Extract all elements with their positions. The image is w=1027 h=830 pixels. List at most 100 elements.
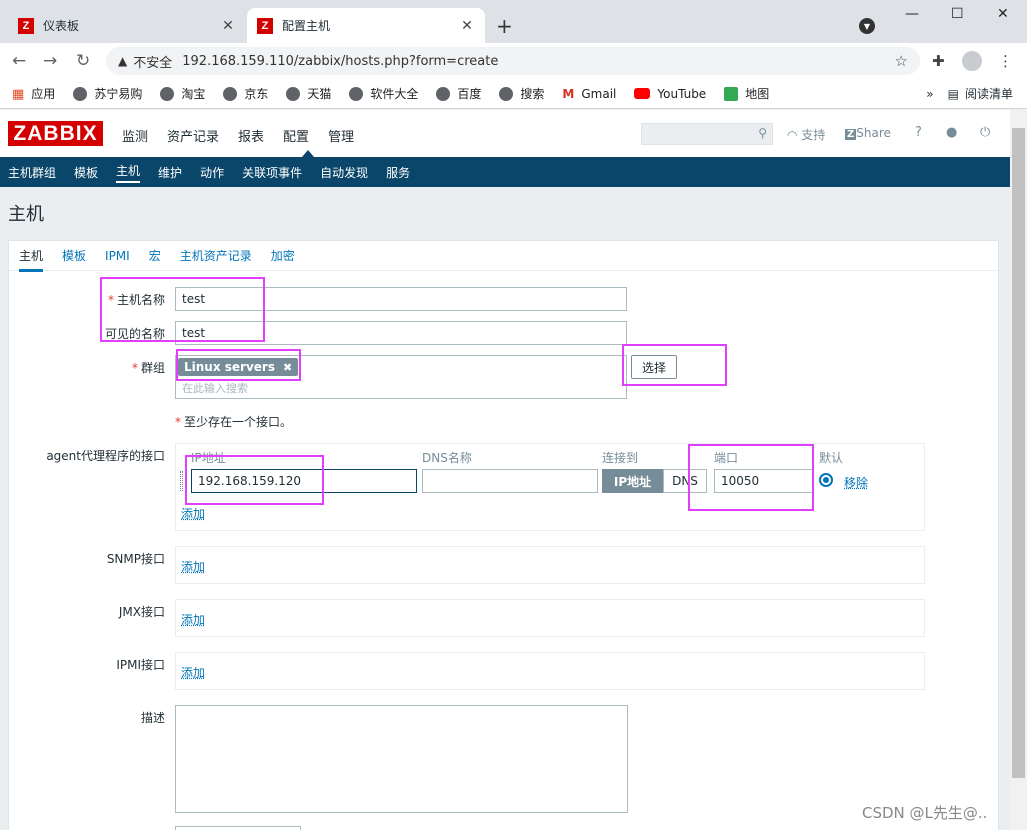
ip-address-input[interactable]: 192.168.159.120 xyxy=(191,469,417,493)
globe-icon xyxy=(160,86,175,101)
submenu-maintenance[interactable]: 维护 xyxy=(158,164,182,181)
visible-name-input[interactable]: test xyxy=(175,321,627,345)
submenu-hosts[interactable]: 主机 xyxy=(116,162,141,183)
menu-icon[interactable]: ⋮ xyxy=(998,52,1013,70)
submenu-discovery[interactable]: 自动发现 xyxy=(320,164,368,181)
headset-icon: ◠ xyxy=(787,128,802,142)
add-snmp-interface-link[interactable]: 添加 xyxy=(181,558,205,575)
next-field[interactable] xyxy=(175,826,301,830)
agent-interface-label: agent代理程序的接口 xyxy=(46,449,165,463)
bookmark-tmall[interactable]: 天猫 xyxy=(286,85,331,102)
tab-title: 配置主机 xyxy=(282,19,331,33)
add-jmx-interface-link[interactable]: 添加 xyxy=(181,611,205,628)
gmail-icon: M xyxy=(562,86,575,101)
browser-tab-dashboard[interactable]: Z 仪表板 ✕ xyxy=(8,8,246,43)
connect-ip-button[interactable]: IP地址 xyxy=(602,469,663,493)
bookmark-maps[interactable]: 地图 xyxy=(724,85,769,102)
support-link[interactable]: ◠ 支持 xyxy=(787,126,825,143)
extensions-icon[interactable]: ✚ xyxy=(932,52,945,70)
tab-templates[interactable]: 模板 xyxy=(62,241,86,271)
reload-icon[interactable]: ↻ xyxy=(76,51,90,71)
snmp-interface-label: SNMP接口 xyxy=(106,552,165,566)
search-icon[interactable]: ⚲ xyxy=(758,126,767,140)
col-port-header: 端口 xyxy=(714,451,739,465)
bookmark-suning[interactable]: 苏宁易购 xyxy=(73,85,142,102)
reading-list-icon[interactable]: ▤ xyxy=(948,87,959,101)
bookmark-label: 软件大全 xyxy=(370,87,419,101)
drag-handle-icon[interactable] xyxy=(180,471,183,491)
global-search-input[interactable]: ⚲ xyxy=(641,123,773,145)
menu-monitoring[interactable]: 监测 xyxy=(122,126,148,145)
bookmark-gmail[interactable]: M Gmail xyxy=(562,87,616,101)
select-groups-button[interactable]: 选择 xyxy=(631,355,678,379)
submenu-host-groups[interactable]: 主机群组 xyxy=(8,164,56,181)
submenu-correlation[interactable]: 关联项事件 xyxy=(242,164,302,181)
tab-ipmi[interactable]: IPMI xyxy=(105,241,130,271)
new-tab-icon[interactable]: + xyxy=(496,14,513,38)
tab-search-icon[interactable]: ▼ xyxy=(859,18,875,34)
add-agent-interface-link[interactable]: 添加 xyxy=(181,505,205,522)
warning-icon[interactable]: ▲ xyxy=(118,54,127,68)
minimize-icon[interactable]: — xyxy=(905,6,919,22)
bookmarks-overflow-icon[interactable]: » xyxy=(926,87,933,101)
description-textarea[interactable] xyxy=(175,705,628,813)
bookmark-label: 京东 xyxy=(244,87,269,101)
reading-list[interactable]: 阅读清单 xyxy=(965,85,1013,102)
bookmark-taobao[interactable]: 淘宝 xyxy=(160,85,205,102)
jmx-interface-box xyxy=(175,599,925,637)
menu-configuration[interactable]: 配置 xyxy=(283,126,309,145)
tab-encryption[interactable]: 加密 xyxy=(271,241,295,271)
sub-menu: 主机群组 模板 主机 维护 动作 关联项事件 自动发现 服务 xyxy=(0,157,1010,187)
add-ipmi-interface-link[interactable]: 添加 xyxy=(181,664,205,681)
connect-dns-button[interactable]: DNS xyxy=(663,469,707,493)
host-name-input[interactable]: test xyxy=(175,287,627,311)
description-label: 描述 xyxy=(140,711,165,725)
profile-avatar[interactable] xyxy=(962,51,982,71)
zabbix-logo[interactable]: ZABBIX xyxy=(8,121,103,146)
window-close-icon[interactable]: ✕ xyxy=(997,6,1009,22)
close-icon[interactable]: ✕ xyxy=(220,18,236,34)
browser-tab-config-host[interactable]: Z 配置主机 ✕ xyxy=(247,8,485,43)
tab-inventory[interactable]: 主机资产记录 xyxy=(180,241,252,271)
bookmark-jd[interactable]: 京东 xyxy=(223,85,268,102)
bookmark-star-icon[interactable]: ☆ xyxy=(895,52,908,70)
share-link[interactable]: Z Share xyxy=(845,126,891,140)
logout-icon[interactable]: ⏻ xyxy=(980,125,990,140)
groups-label: * 群组 xyxy=(131,361,165,375)
bookmark-apps[interactable]: ▦ 应用 xyxy=(12,85,55,102)
url-text[interactable]: 192.168.159.110/zabbix/hosts.php?form=cr… xyxy=(182,54,498,69)
menu-administration[interactable]: 管理 xyxy=(328,126,354,145)
remove-interface-link[interactable]: 移除 xyxy=(844,474,868,491)
bookmark-baidu[interactable]: 百度 xyxy=(436,85,481,102)
group-search-placeholder[interactable]: 在此输入搜索 xyxy=(182,380,248,396)
tab-macros[interactable]: 宏 xyxy=(149,241,161,271)
help-icon[interactable]: ? xyxy=(915,125,922,140)
default-interface-radio[interactable] xyxy=(819,473,833,487)
bookmark-software[interactable]: 软件大全 xyxy=(349,85,418,102)
group-chip[interactable]: Linux servers ✖ xyxy=(178,358,299,376)
insecure-label[interactable]: 不安全 xyxy=(133,52,172,71)
tab-host[interactable]: 主机 xyxy=(19,242,44,272)
bookmark-label: YouTube xyxy=(657,86,707,101)
menu-reports[interactable]: 报表 xyxy=(238,126,264,145)
close-icon[interactable]: ✕ xyxy=(459,18,475,34)
menu-inventory[interactable]: 资产记录 xyxy=(167,126,219,145)
host-name-label: * 主机名称 xyxy=(107,293,165,307)
port-input[interactable]: 10050 xyxy=(714,469,813,493)
bookmark-youtube[interactable]: YouTube xyxy=(634,87,706,101)
submenu-actions[interactable]: 动作 xyxy=(200,164,224,181)
bookmark-search[interactable]: 搜索 xyxy=(499,85,544,102)
forward-icon[interactable]: → xyxy=(43,51,57,71)
bookmarks-bar: ▦ 应用 苏宁易购 淘宝 京东 天猫 软件大全 百度 搜索 M Gmail YouT… xyxy=(0,79,1027,109)
scrollbar-thumb[interactable] xyxy=(1012,128,1025,778)
dns-name-input[interactable] xyxy=(422,469,598,493)
bookmark-label: 搜索 xyxy=(520,87,545,101)
maximize-icon[interactable]: ☐ xyxy=(951,6,964,22)
user-profile-icon[interactable]: ● xyxy=(946,125,957,140)
submenu-services[interactable]: 服务 xyxy=(386,164,410,181)
address-bar[interactable]: ▲ 不安全 192.168.159.110/zabbix/hosts.php?f… xyxy=(106,47,920,75)
back-icon[interactable]: ← xyxy=(12,51,26,71)
submenu-templates[interactable]: 模板 xyxy=(74,164,98,181)
zabbix-favicon-icon: Z xyxy=(18,17,34,34)
remove-chip-icon[interactable]: ✖ xyxy=(283,361,292,374)
